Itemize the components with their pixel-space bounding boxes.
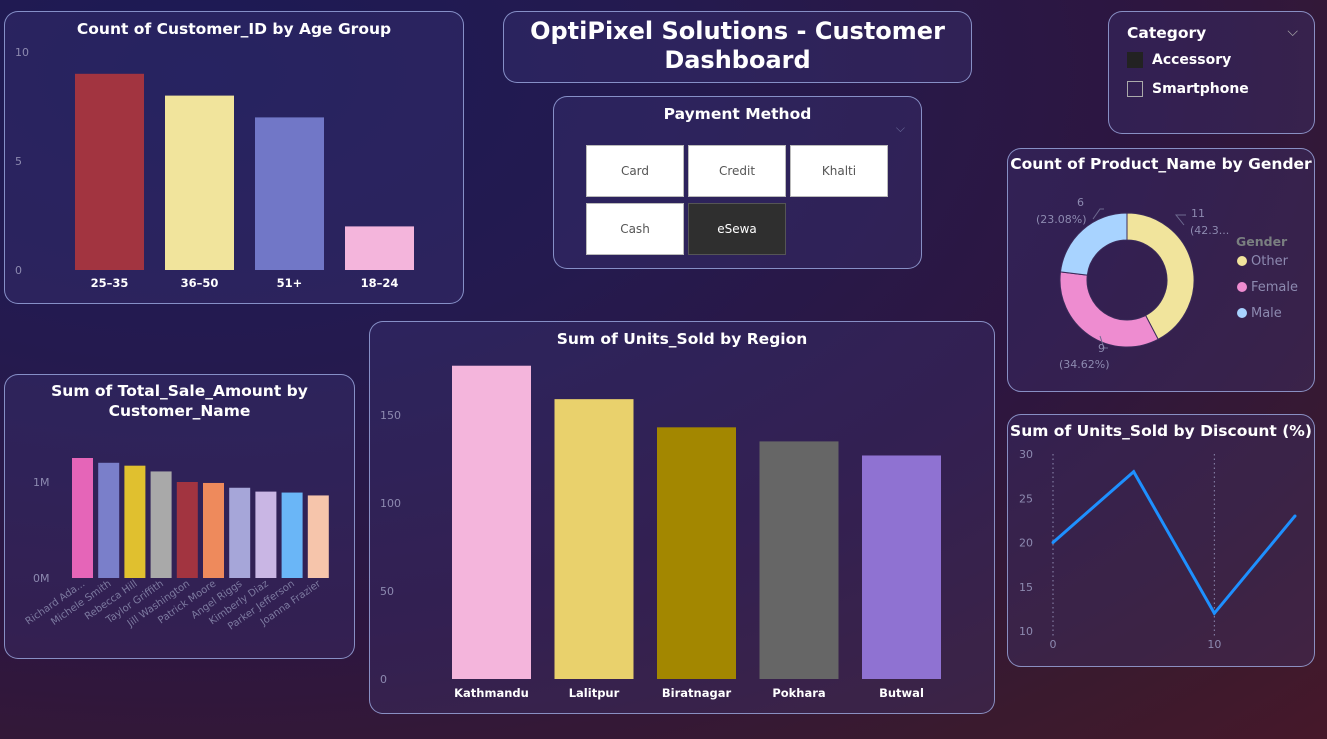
payment-method-title: Payment Method bbox=[663, 105, 812, 123]
legend-item[interactable]: Male bbox=[1251, 306, 1282, 321]
legend-swatch bbox=[1237, 308, 1247, 318]
category-item-accessory[interactable]: Accessory bbox=[1127, 52, 1231, 68]
dashboard-title: OptiPixel Solutions - Customer Dashboard bbox=[530, 17, 945, 74]
category-item-label: Smartphone bbox=[1152, 81, 1249, 97]
data-point[interactable] bbox=[1051, 541, 1055, 544]
payment-option-card[interactable]: Card bbox=[586, 145, 684, 197]
payment-option-cash[interactable]: Cash bbox=[586, 203, 684, 255]
chevron-down-icon[interactable]: ⌵ bbox=[1287, 24, 1298, 40]
dashboard-title-panel: OptiPixel Solutions - Customer Dashboard bbox=[503, 11, 972, 83]
bar[interactable] bbox=[657, 427, 736, 679]
x-tick-label: Pokhara bbox=[772, 686, 825, 700]
bar[interactable] bbox=[124, 465, 146, 578]
data-point[interactable] bbox=[1132, 470, 1136, 474]
bar[interactable] bbox=[176, 482, 198, 578]
y-tick-label: 25 bbox=[1019, 492, 1033, 505]
bar[interactable] bbox=[150, 471, 172, 578]
bar[interactable] bbox=[452, 365, 531, 679]
data-point[interactable] bbox=[1212, 611, 1216, 615]
category-title: Category bbox=[1127, 24, 1207, 42]
y-tick-label: 1M bbox=[33, 476, 50, 489]
y-tick-label: 10 bbox=[15, 46, 29, 59]
y-tick-label: 100 bbox=[380, 497, 401, 510]
bar[interactable] bbox=[307, 495, 329, 578]
payment-option-khalti[interactable]: Khalti bbox=[790, 145, 888, 197]
checkbox-checked[interactable] bbox=[1127, 52, 1143, 68]
region-units-bar-chart: 0 50 100 150 Kathmandu Lalitpur Biratnagar Pokh… bbox=[380, 365, 941, 700]
age-group-chart-panel: Count of Customer_ID by Age Group 0 5 10 25… bbox=[4, 11, 464, 304]
legend-item[interactable]: Female bbox=[1251, 280, 1298, 295]
data-label-count: 6 bbox=[1077, 196, 1084, 209]
y-tick-label: 0M bbox=[33, 572, 50, 585]
chevron-down-icon[interactable]: ⌵ bbox=[896, 121, 905, 136]
legend-item[interactable]: Other bbox=[1251, 254, 1289, 269]
category-item-smartphone[interactable]: Smartphone bbox=[1127, 81, 1249, 97]
x-tick-label: 10 bbox=[1207, 638, 1221, 651]
bar[interactable] bbox=[165, 95, 234, 270]
bar[interactable] bbox=[229, 487, 251, 578]
data-label-pct: (34.62%) bbox=[1059, 358, 1110, 371]
bar[interactable] bbox=[862, 455, 941, 679]
bar[interactable] bbox=[255, 117, 324, 271]
payment-method-slicer: Payment Method ⌵ Card Credit Khalti Cash eSe… bbox=[553, 96, 922, 269]
x-tick-label: Butwal bbox=[879, 686, 924, 700]
data-label-pct: (23.08%) bbox=[1036, 213, 1087, 226]
bar[interactable] bbox=[759, 441, 839, 679]
bar[interactable] bbox=[98, 462, 120, 578]
y-tick-label: 5 bbox=[15, 155, 22, 168]
bar[interactable] bbox=[75, 73, 144, 270]
y-tick-label: 10 bbox=[1019, 625, 1033, 638]
y-tick-label: 30 bbox=[1019, 448, 1033, 461]
payment-option-credit[interactable]: Credit bbox=[688, 145, 786, 197]
gender-donut-panel: Count of Product_Name by Gender 11 (42.3.… bbox=[1007, 148, 1315, 392]
y-tick-label: 0 bbox=[15, 264, 22, 277]
y-tick-label: 15 bbox=[1019, 581, 1033, 594]
discount-line-chart-panel: Sum of Units_Sold by Discount (%) 10 15 20… bbox=[1007, 414, 1315, 667]
x-tick-label: Biratnagar bbox=[662, 686, 732, 700]
x-tick-label: Lalitpur bbox=[569, 686, 620, 700]
y-tick-label: 150 bbox=[380, 409, 401, 422]
category-item-label: Accessory bbox=[1152, 52, 1232, 68]
x-tick-label: 51+ bbox=[277, 276, 303, 290]
bar[interactable] bbox=[554, 399, 634, 679]
data-point[interactable] bbox=[1293, 514, 1297, 518]
category-slicer: Category ⌵ Accessory Smartphone bbox=[1108, 11, 1315, 134]
gender-donut-chart: 11 (42.3... 9 (34.62%) 6 (23.08%) Gender Other F… bbox=[1036, 196, 1298, 371]
y-tick-label: 20 bbox=[1019, 537, 1033, 550]
bar[interactable] bbox=[72, 458, 93, 578]
age-group-bar-chart: 0 5 10 25–35 36–50 51+ 18–24 bbox=[15, 46, 414, 290]
checkbox-unchecked[interactable] bbox=[1127, 81, 1143, 97]
y-tick-label: 50 bbox=[380, 585, 394, 598]
bar[interactable] bbox=[255, 491, 277, 578]
x-tick-label: 36–50 bbox=[181, 276, 219, 290]
region-units-chart-panel: Sum of Units_Sold by Region 0 50 100 150 Kat… bbox=[369, 321, 995, 714]
legend-swatch bbox=[1237, 256, 1247, 266]
discount-line-chart: 10 15 20 25 30 0 10 bbox=[1019, 448, 1297, 651]
x-tick-label: 25–35 bbox=[91, 276, 129, 290]
bar[interactable] bbox=[203, 482, 224, 578]
donut-slice[interactable] bbox=[1059, 271, 1159, 348]
bar[interactable] bbox=[345, 226, 414, 270]
legend-title: Gender bbox=[1236, 234, 1288, 249]
legend-swatch bbox=[1237, 282, 1247, 292]
x-tick-label: 18–24 bbox=[361, 276, 399, 290]
data-label-pct: (42.3... bbox=[1190, 224, 1229, 237]
bar[interactable] bbox=[281, 492, 303, 578]
customer-sales-bar-chart: 0M1MRichard Ada...Michele SmithRebecca H… bbox=[24, 458, 329, 633]
leader-line bbox=[1174, 214, 1186, 226]
series-line[interactable] bbox=[1052, 469, 1297, 616]
x-tick-label: Kathmandu bbox=[454, 686, 529, 700]
customer-sales-chart-panel: Sum of Total_Sale_Amount by Customer_Nam… bbox=[4, 374, 355, 659]
payment-option-esewa[interactable]: eSewa bbox=[688, 203, 786, 255]
y-tick-label: 0 bbox=[380, 673, 387, 686]
data-label-count: 11 bbox=[1191, 207, 1205, 220]
data-label-count: 9 bbox=[1098, 342, 1105, 355]
x-tick-label: 0 bbox=[1050, 638, 1057, 651]
